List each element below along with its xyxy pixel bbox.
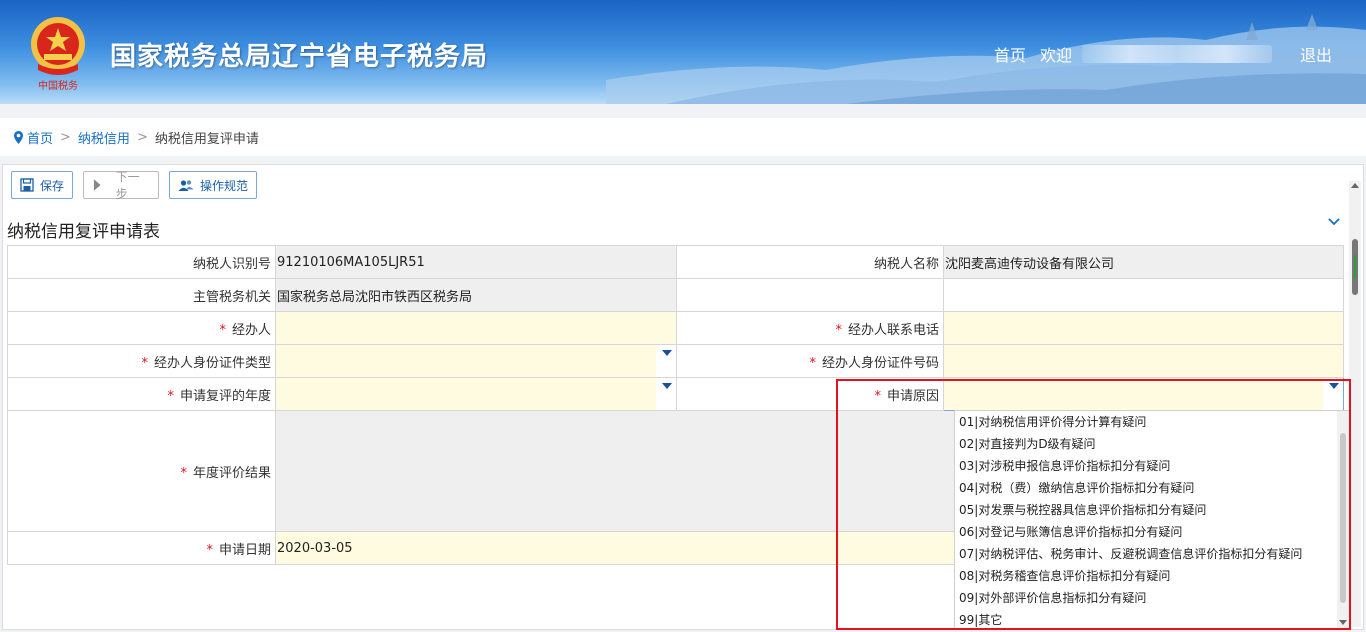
- breadcrumb-home[interactable]: 首页: [27, 128, 53, 147]
- user-name-redacted: [1081, 45, 1272, 63]
- id-number-input[interactable]: [943, 344, 1344, 378]
- nav-logout-link[interactable]: 退出: [1300, 42, 1332, 66]
- location-pin-icon: [14, 130, 23, 144]
- next-step-button-label: 下一步: [115, 170, 140, 201]
- dropdown-scrollbar-thumb[interactable]: [1340, 433, 1346, 603]
- play-arrow-icon: [93, 179, 101, 191]
- required-mark: *: [219, 322, 226, 338]
- handler-phone-input[interactable]: [943, 311, 1344, 345]
- form-row: 主管税务机关 国家税务总局沈阳市铁西区税务局: [7, 278, 1344, 312]
- toolbar: 保存 下一步 操作规范: [11, 170, 267, 201]
- save-button-label: 保存: [40, 178, 65, 193]
- form-row: * 经办人身份证件类型 * 经办人身份证件号码: [7, 344, 1344, 378]
- id-number-label: * 经办人身份证件号码: [676, 344, 944, 378]
- site-title: 国家税务总局辽宁省电子税务局: [110, 42, 489, 72]
- page-scrollbar[interactable]: [1349, 181, 1361, 627]
- handler-input[interactable]: [275, 311, 677, 345]
- reason-option[interactable]: 09|对外部评价信息指标扣分有疑问: [955, 587, 1349, 609]
- required-mark: *: [809, 355, 816, 371]
- tax-authority-field: 国家税务总局沈阳市铁西区税务局: [275, 278, 677, 312]
- id-type-label: * 经办人身份证件类型: [7, 344, 276, 378]
- reason-label: * 申请原因: [676, 377, 944, 411]
- reason-option[interactable]: 07|对纳税评估、税务审计、反避税调查信息评价指标扣分有疑问: [955, 543, 1349, 565]
- nav-home-link[interactable]: 首页: [994, 42, 1026, 66]
- scroll-up-icon[interactable]: [1351, 183, 1359, 188]
- users-icon: [178, 179, 194, 191]
- review-year-label: * 申请复评的年度: [7, 377, 276, 411]
- reason-dropdown-list[interactable]: 01|对纳税信用评价得分计算有疑问 02|对直接判为D级有疑问 03|对涉税申报…: [954, 410, 1350, 630]
- empty-cell: [676, 278, 944, 312]
- dropdown-arrow-icon[interactable]: [662, 350, 672, 356]
- nav-welcome-text: 欢迎: [1039, 46, 1072, 65]
- reason-option[interactable]: 99|其它: [955, 609, 1349, 629]
- form-title: 纳税信用复评申请表: [7, 222, 160, 242]
- form-row: * 申请复评的年度 * 申请原因: [7, 377, 1344, 411]
- breadcrumb-current: 纳税信用复评申请: [154, 131, 259, 147]
- operation-guide-button[interactable]: 操作规范: [169, 171, 258, 199]
- breadcrumb-credit[interactable]: 纳税信用: [78, 128, 130, 147]
- reason-option[interactable]: 08|对税务稽查信息评价指标扣分有疑问: [955, 565, 1349, 587]
- floppy-disk-icon: [20, 178, 34, 192]
- dropdown-arrow-icon[interactable]: [1329, 383, 1339, 389]
- national-emblem-logo: 中国税务: [31, 17, 85, 92]
- required-mark: *: [835, 322, 842, 338]
- required-mark: *: [180, 465, 187, 481]
- breadcrumb-separator: >: [60, 129, 71, 145]
- operation-guide-button-label: 操作规范: [200, 178, 249, 193]
- taxpayer-name-label: 纳税人名称: [676, 245, 944, 279]
- apply-date-label: * 申请日期: [7, 531, 276, 565]
- breadcrumb-separator: >: [136, 129, 148, 145]
- scrollbar-indicator: [1354, 255, 1356, 279]
- taxpayer-id-field: 91210106MA105LJR51: [275, 245, 677, 279]
- dropdown-scrollbar[interactable]: [1337, 411, 1349, 629]
- scroll-down-icon[interactable]: [1339, 620, 1347, 625]
- taxpayer-id-label: 纳税人识别号: [7, 245, 276, 279]
- annual-result-label: * 年度评价结果: [7, 410, 276, 532]
- form-row: * 经办人 * 经办人联系电话: [7, 311, 1344, 345]
- reason-option[interactable]: 04|对税（费）缴纳信息评价指标扣分有疑问: [955, 477, 1349, 499]
- chevron-down-icon[interactable]: [1327, 217, 1341, 227]
- reason-option[interactable]: 05|对发票与税控器具信息评价指标扣分有疑问: [955, 499, 1349, 521]
- next-step-button[interactable]: 下一步: [83, 170, 160, 201]
- form-row: 纳税人识别号 91210106MA105LJR51 纳税人名称 沈阳麦高迪传动设…: [7, 245, 1344, 279]
- emblem-caption: 中国税务: [38, 79, 78, 92]
- required-mark: *: [874, 388, 881, 404]
- reason-option[interactable]: 03|对涉税申报信息评价指标扣分有疑问: [955, 455, 1349, 477]
- taxpayer-name-field: 沈阳麦高迪传动设备有限公司: [943, 245, 1344, 279]
- dropdown-arrow-icon[interactable]: [662, 383, 672, 389]
- handler-phone-label: * 经办人联系电话: [676, 311, 944, 345]
- reason-option[interactable]: 02|对直接判为D级有疑问: [955, 433, 1349, 455]
- header-nav: 首页 欢迎 退出: [980, 42, 1332, 66]
- breadcrumb: 首页 > 纳税信用 > 纳税信用复评申请: [0, 118, 1366, 156]
- required-mark: *: [206, 542, 213, 558]
- reason-option[interactable]: 06|对登记与账簿信息评价指标扣分有疑问: [955, 521, 1349, 543]
- tax-authority-label: 主管税务机关: [7, 278, 276, 312]
- review-year-select[interactable]: [275, 377, 677, 411]
- id-type-select[interactable]: [275, 344, 677, 378]
- empty-cell: [943, 278, 1344, 312]
- required-mark: *: [167, 388, 174, 404]
- save-button[interactable]: 保存: [11, 171, 74, 199]
- reason-option[interactable]: 01|对纳税信用评价得分计算有疑问: [955, 411, 1349, 433]
- reason-select[interactable]: [943, 377, 1344, 411]
- handler-label: * 经办人: [7, 311, 276, 345]
- required-mark: *: [141, 355, 148, 371]
- site-header: 中国税务 国家税务总局辽宁省电子税务局 首页 欢迎 退出: [0, 0, 1366, 104]
